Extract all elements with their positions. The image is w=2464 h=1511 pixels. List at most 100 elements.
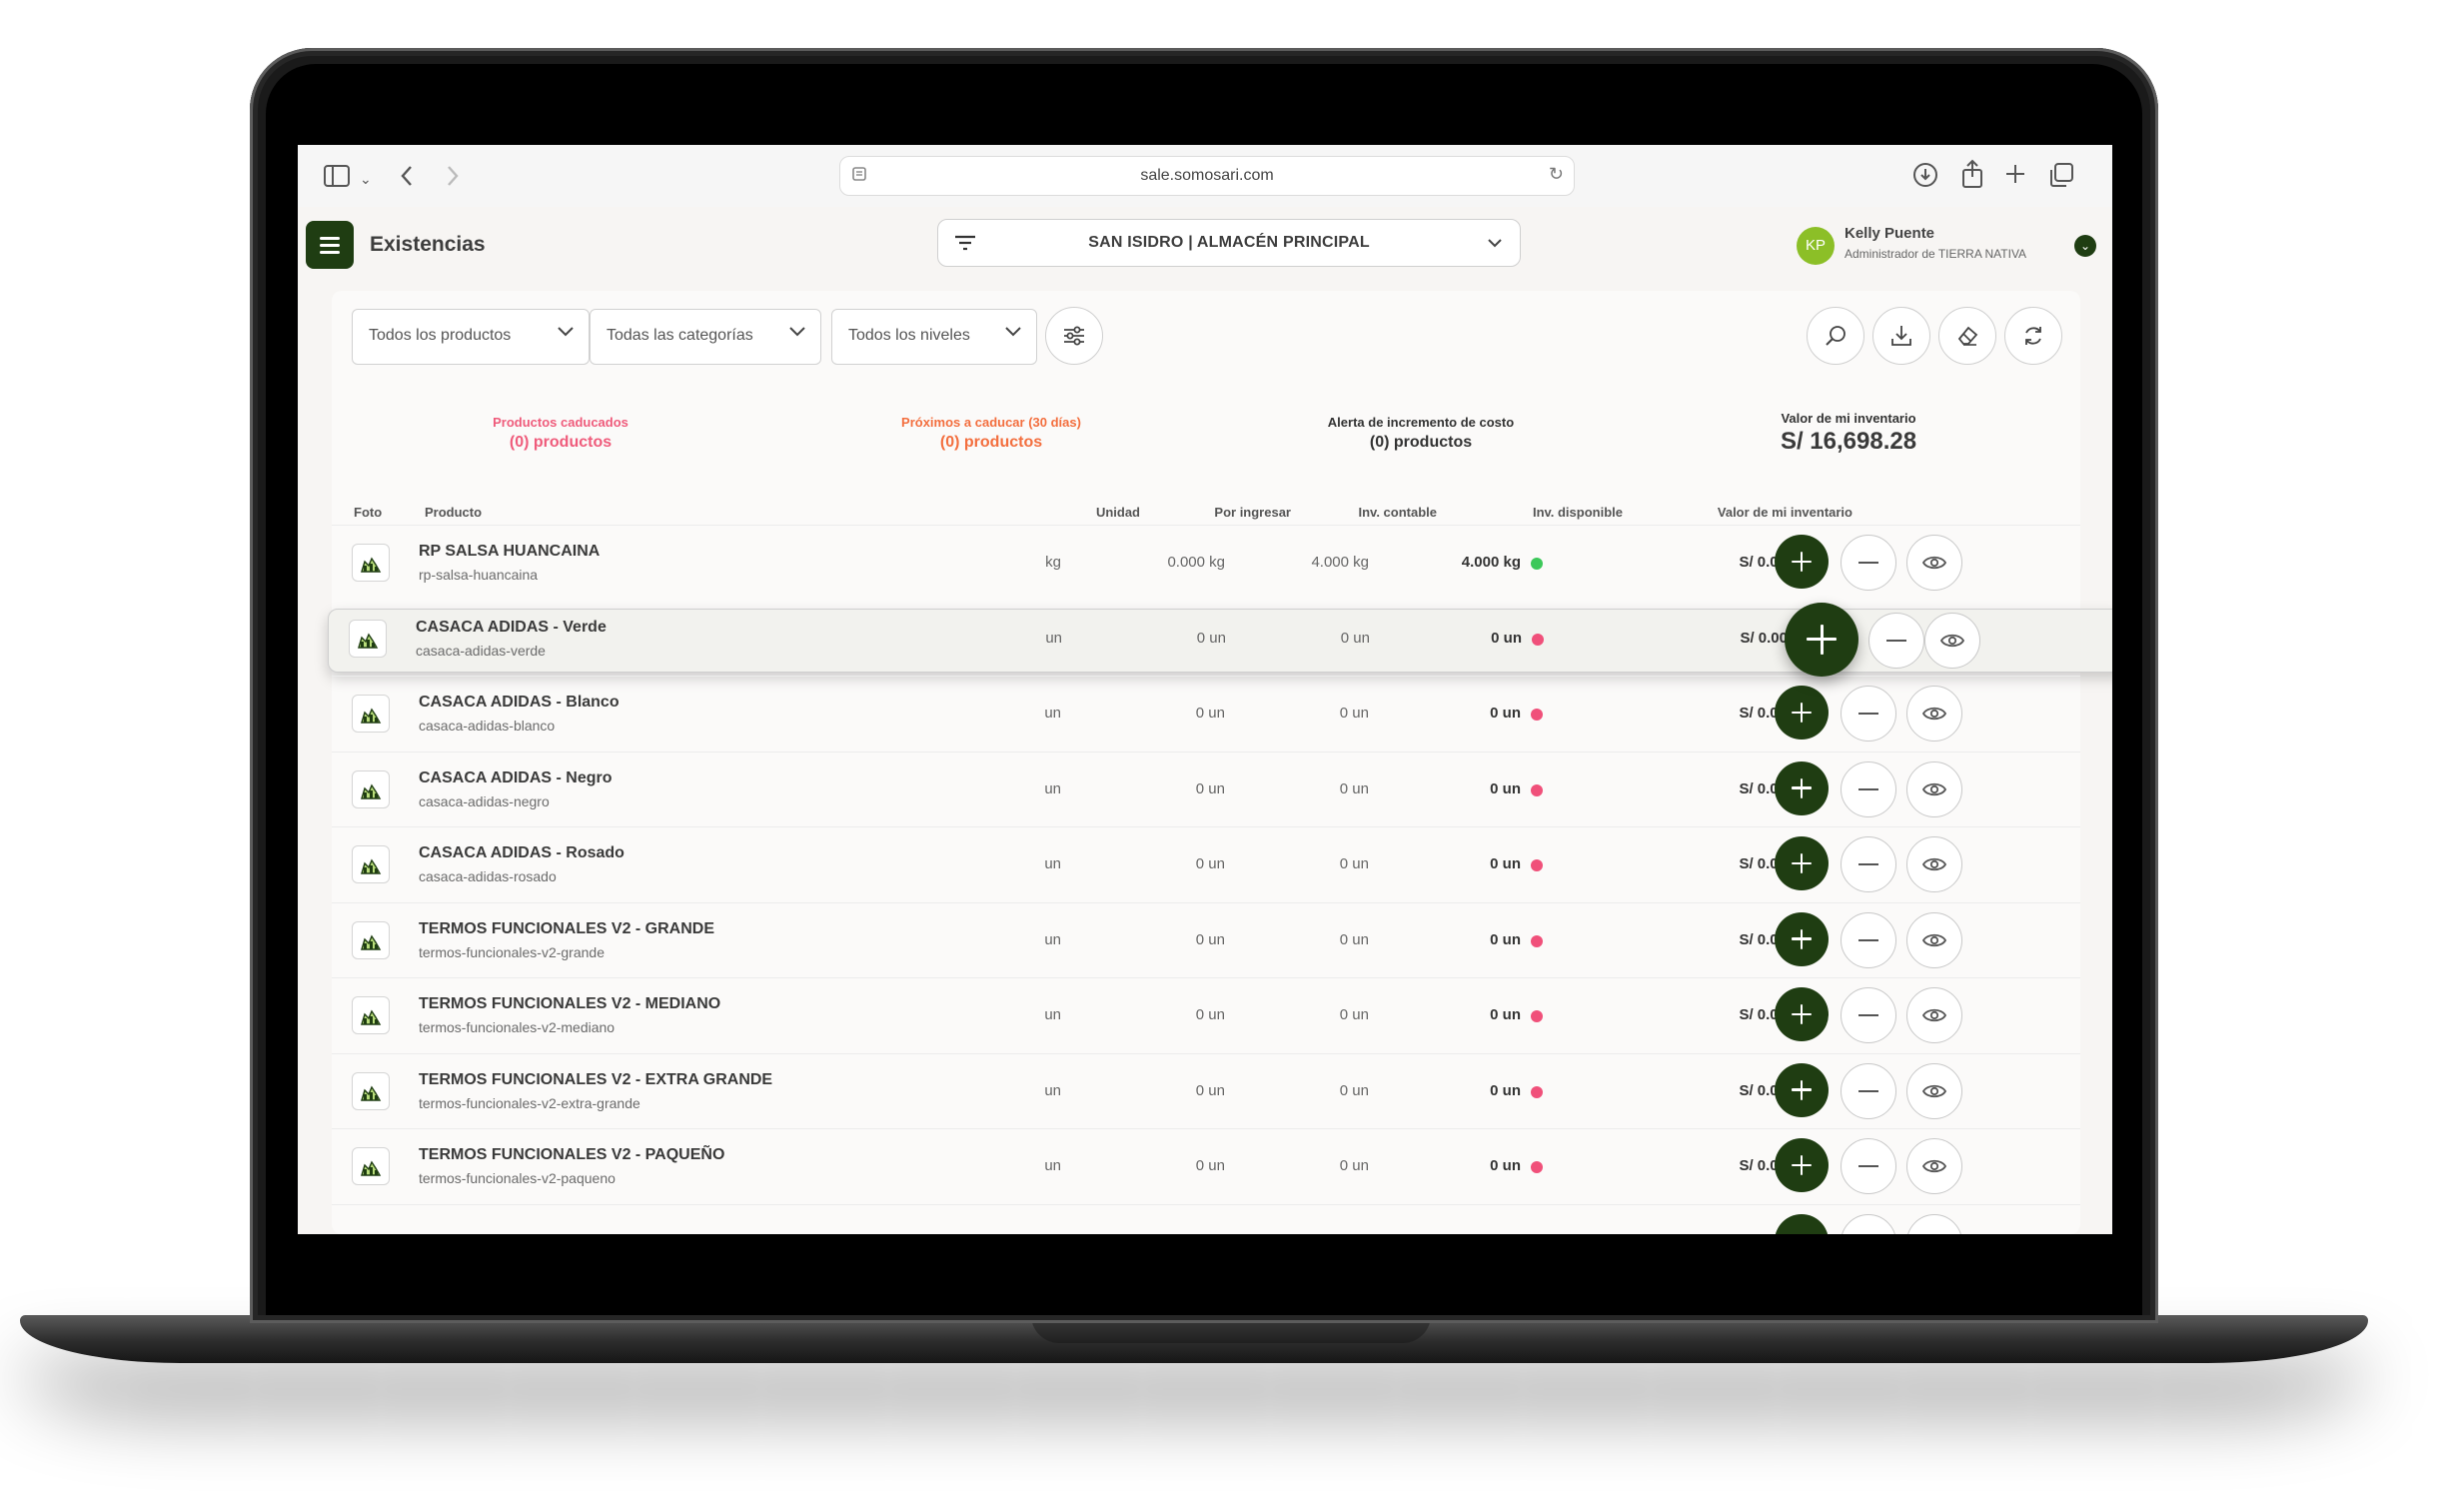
remove-stock-button[interactable]	[1841, 760, 1896, 817]
chevron-left-icon[interactable]	[400, 165, 414, 187]
add-stock-button[interactable]	[1775, 911, 1829, 966]
add-stock-button[interactable]	[1775, 836, 1829, 890]
screen: ⌄ sale.somosari.com ↻ Existencias SAN IS…	[298, 145, 2112, 1234]
cost-alert-summary[interactable]: Alerta de incremento de costo (0) produc…	[1271, 415, 1571, 452]
remove-stock-button[interactable]	[1868, 612, 1924, 669]
unit-cell: un	[1044, 1157, 1061, 1174]
product-name[interactable]: TERMOS FUNCIONALES V2 - EXTRA GRANDE	[419, 1071, 772, 1089]
minus-icon	[1886, 639, 1906, 642]
view-product-button[interactable]	[1924, 612, 1980, 669]
view-product-button[interactable]	[1906, 535, 1962, 591]
search-button[interactable]	[1807, 307, 1864, 365]
product-icon	[361, 858, 382, 874]
unit-cell: un	[1044, 705, 1061, 722]
add-stock-button[interactable]	[1775, 1062, 1829, 1117]
add-stock-button[interactable]	[1775, 1138, 1829, 1192]
chevron-right-icon[interactable]	[446, 165, 460, 187]
product-thumbnail	[352, 845, 390, 883]
remove-stock-button[interactable]	[1841, 535, 1896, 591]
product-slug: termos-funcionales-v2-paqueno	[419, 1170, 616, 1186]
value-cell: S/ 0.00	[1739, 1006, 1787, 1023]
levels-filter[interactable]: Todos los niveles	[831, 309, 1037, 365]
minus-icon	[1858, 1014, 1878, 1016]
remove-stock-button[interactable]	[1841, 1062, 1896, 1119]
expired-label: Productos caducados	[493, 415, 628, 430]
add-stock-button[interactable]	[1775, 686, 1829, 740]
menu-icon-line	[320, 244, 340, 247]
expiring-summary[interactable]: Próximos a caducar (30 días) (0) product…	[841, 415, 1141, 452]
remove-stock-button[interactable]	[1841, 686, 1896, 742]
store-selector[interactable]: SAN ISIDRO | ALMACÉN PRINCIPAL	[937, 219, 1521, 267]
minus-icon	[1858, 787, 1878, 790]
view-product-button[interactable]	[1906, 1138, 1962, 1194]
expired-summary[interactable]: Productos caducados (0) productos	[411, 415, 710, 452]
add-stock-button[interactable]	[1775, 987, 1829, 1041]
product-name[interactable]: CASACA ADIDAS - Verde	[416, 619, 607, 637]
user-menu-chevron-icon[interactable]: ⌄	[2074, 235, 2096, 257]
product-thumbnail	[349, 619, 387, 658]
plus-icon[interactable]	[2004, 163, 2026, 185]
value-cell: S/ 0.00	[1740, 629, 1788, 647]
plus-icon-vertical	[1800, 777, 1804, 798]
categories-filter[interactable]: Todas las categorías	[590, 309, 821, 365]
share-icon[interactable]	[1960, 159, 1984, 189]
minus-icon	[1858, 1089, 1878, 1092]
product-icon	[358, 633, 379, 649]
plus-icon-vertical	[1800, 853, 1804, 873]
sidebar-icon[interactable]	[324, 165, 350, 187]
column-unit: Unidad	[1095, 505, 1140, 520]
remove-stock-button[interactable]	[1841, 1138, 1896, 1194]
product-name[interactable]: CASACA ADIDAS - Blanco	[419, 694, 619, 712]
advanced-filters-button[interactable]	[1045, 307, 1103, 365]
value-cell: S/ 0.00	[1739, 1157, 1787, 1174]
refresh-button[interactable]	[2004, 307, 2062, 365]
product-name[interactable]: TERMOS FUNCIONALES V2 - MEDIANO	[419, 995, 720, 1013]
product-thumbnail	[352, 1147, 390, 1185]
view-product-button[interactable]	[1906, 836, 1962, 892]
unit-cell: un	[1044, 855, 1061, 872]
view-product-button[interactable]	[1906, 1062, 1962, 1119]
categories-filter-label: Todas las categorías	[607, 327, 753, 344]
stock-status-dot	[1531, 1010, 1543, 1022]
eye-icon	[1921, 933, 1947, 946]
reload-icon[interactable]: ↻	[1549, 164, 1564, 185]
minus-icon	[1858, 938, 1878, 941]
clear-button[interactable]	[1938, 307, 1996, 365]
remove-stock-button[interactable]	[1841, 836, 1896, 892]
eye-icon	[1921, 707, 1947, 721]
tabs-icon[interactable]	[2048, 162, 2074, 188]
products-filter[interactable]: Todos los productos	[352, 309, 590, 365]
product-name[interactable]: TERMOS FUNCIONALES V2 - GRANDE	[419, 920, 714, 938]
download-icon[interactable]	[1912, 162, 1938, 188]
chevron-down-icon[interactable]: ⌄	[360, 165, 372, 193]
stock-status-dot	[1531, 558, 1543, 570]
remove-stock-button[interactable]	[1841, 987, 1896, 1043]
stock-status-dot	[1531, 859, 1543, 871]
product-name[interactable]: CASACA ADIDAS - Negro	[419, 769, 612, 787]
cost-alert-label: Alerta de incremento de costo	[1327, 415, 1515, 430]
browser-toolbar: ⌄ sale.somosari.com ↻	[298, 145, 2112, 208]
available-cell: 0 un	[1490, 1006, 1521, 1023]
value-cell: S/ 0.00	[1739, 779, 1787, 797]
minus-icon	[1858, 562, 1878, 564]
product-name[interactable]: CASACA ADIDAS - Rosado	[419, 844, 624, 862]
product-icon	[361, 934, 382, 950]
view-product-button[interactable]	[1906, 760, 1962, 817]
avatar[interactable]: KP	[1797, 227, 1835, 265]
eraser-icon	[1957, 326, 1978, 346]
add-stock-button[interactable]	[1775, 760, 1829, 815]
address-bar[interactable]: sale.somosari.com ↻	[839, 156, 1575, 196]
view-product-button[interactable]	[1906, 987, 1962, 1043]
view-product-button[interactable]	[1906, 911, 1962, 968]
menu-button[interactable]	[306, 221, 354, 269]
add-stock-button[interactable]	[1775, 535, 1829, 589]
download-button[interactable]	[1872, 307, 1930, 365]
stock-status-dot	[1531, 709, 1543, 721]
remove-stock-button[interactable]	[1841, 911, 1896, 968]
product-name[interactable]: TERMOS FUNCIONALES V2 - PAQUEÑO	[419, 1146, 724, 1164]
product-name[interactable]: RP SALSA HUANCAINA	[419, 543, 600, 561]
accounting-cell: 0 un	[1339, 1081, 1369, 1099]
plus-icon-vertical	[1800, 703, 1804, 723]
add-stock-button[interactable]	[1785, 602, 1858, 677]
view-product-button[interactable]	[1906, 686, 1962, 742]
